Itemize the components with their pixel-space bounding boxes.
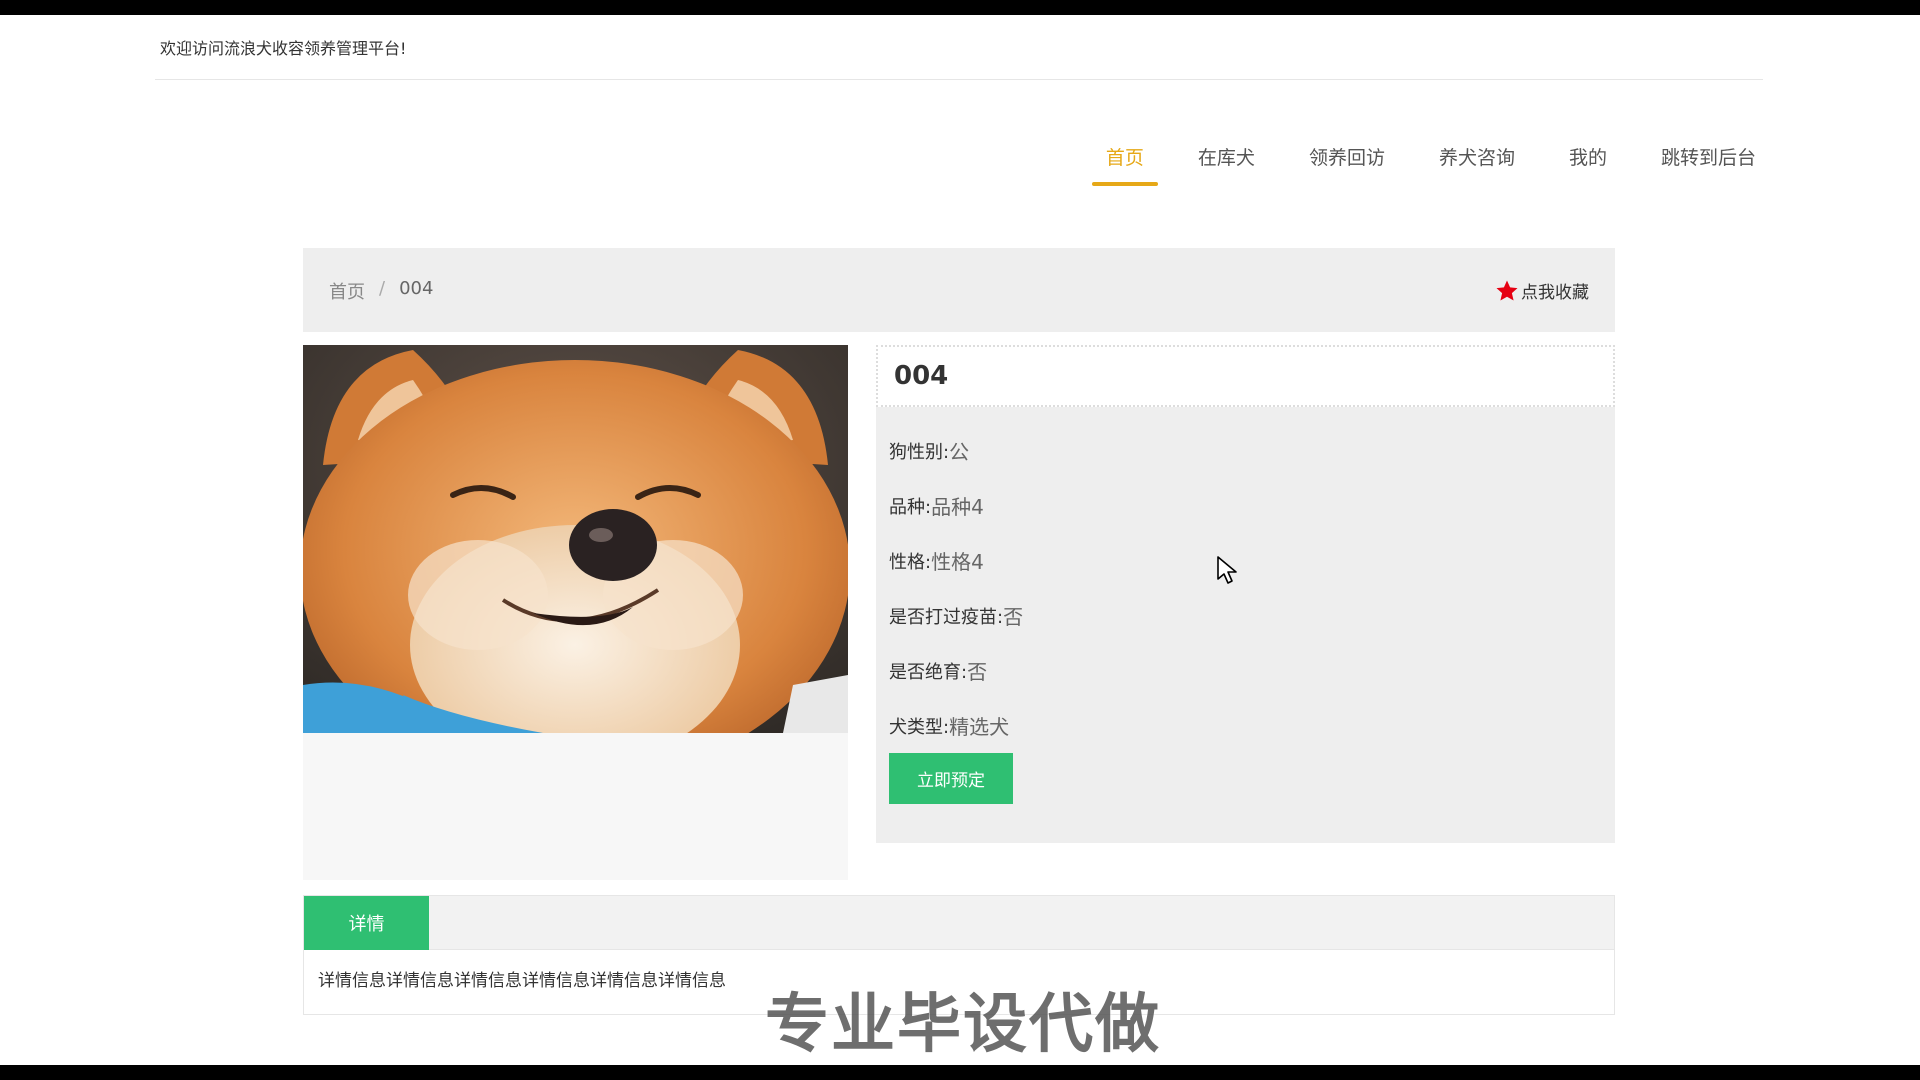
mouse-cursor-icon — [1217, 556, 1237, 584]
dog-title: 004 — [876, 345, 1615, 407]
dog-attributes: 狗性别: 公 品种: 品种4 性格: 性格4 是否打过疫苗: 否 是否绝育: 否… — [889, 423, 1023, 753]
detail-content: 详情信息详情信息详情信息详情信息详情信息详情信息 — [318, 971, 726, 991]
tab-details[interactable]: 详情 — [304, 896, 429, 950]
nav-item-adoption-followup[interactable]: 领养回访 — [1295, 143, 1399, 182]
dog-info-panel: 004 狗性别: 公 品种: 品种4 性格: 性格4 是否打过疫苗: 否 是否绝… — [876, 345, 1615, 843]
info-label: 是否绝育: — [889, 661, 968, 683]
star-icon — [1496, 280, 1518, 300]
watermark-overlay: 专业毕设代做 — [765, 988, 1161, 1062]
nav-item-mine[interactable]: 我的 — [1555, 143, 1621, 182]
info-row-dog-type: 犬类型: 精选犬 — [889, 698, 1023, 753]
detail-tab-bar: 详情 — [304, 896, 1614, 950]
breadcrumb-current: 004 — [399, 278, 434, 299]
dog-photo — [303, 345, 848, 733]
info-row-temperament: 性格: 性格4 — [889, 533, 1023, 588]
info-value: 品种4 — [931, 495, 984, 519]
info-label: 品种: — [889, 496, 932, 518]
info-value: 性格4 — [931, 550, 984, 574]
info-row-vaccinated: 是否打过疫苗: 否 — [889, 588, 1023, 643]
breadcrumb-separator: / — [379, 278, 386, 299]
dog-image-panel — [303, 345, 848, 880]
info-value: 否 — [967, 660, 988, 684]
info-label: 犬类型: — [889, 716, 950, 738]
top-bar: 欢迎访问流浪犬收容领养管理平台! — [155, 15, 1763, 80]
info-label: 性格: — [889, 551, 932, 573]
nav-item-dogs-in-stock[interactable]: 在库犬 — [1184, 143, 1269, 182]
favorite-label: 点我收藏 — [1521, 283, 1589, 303]
info-row-breed: 品种: 品种4 — [889, 478, 1023, 533]
nav-item-admin[interactable]: 跳转到后台 — [1647, 143, 1770, 182]
main-nav: 首页 在库犬 领养回访 养犬咨询 我的 跳转到后台 — [1066, 143, 1770, 186]
breadcrumb-bar: 首页 / 004 点我收藏 — [303, 248, 1615, 332]
info-value: 否 — [1003, 605, 1024, 629]
nav-item-dog-consult[interactable]: 养犬咨询 — [1425, 143, 1529, 182]
info-value: 精选犬 — [949, 715, 1010, 739]
info-row-gender: 狗性别: 公 — [889, 423, 1023, 478]
breadcrumb-home[interactable]: 首页 — [329, 278, 365, 304]
info-label: 是否打过疫苗: — [889, 606, 1004, 628]
info-row-neutered: 是否绝育: 否 — [889, 643, 1023, 698]
info-value: 公 — [949, 440, 970, 464]
breadcrumb: 首页 / 004 — [329, 278, 433, 304]
nav-item-home[interactable]: 首页 — [1091, 143, 1158, 186]
page: 欢迎访问流浪犬收容领养管理平台! 首页 在库犬 领养回访 养犬咨询 我的 跳转到… — [0, 15, 1920, 1065]
info-label: 狗性别: — [889, 441, 950, 463]
welcome-text: 欢迎访问流浪犬收容领养管理平台! — [160, 39, 407, 58]
favorite-button[interactable]: 点我收藏 — [1495, 278, 1589, 303]
reserve-button[interactable]: 立即预定 — [889, 753, 1013, 804]
